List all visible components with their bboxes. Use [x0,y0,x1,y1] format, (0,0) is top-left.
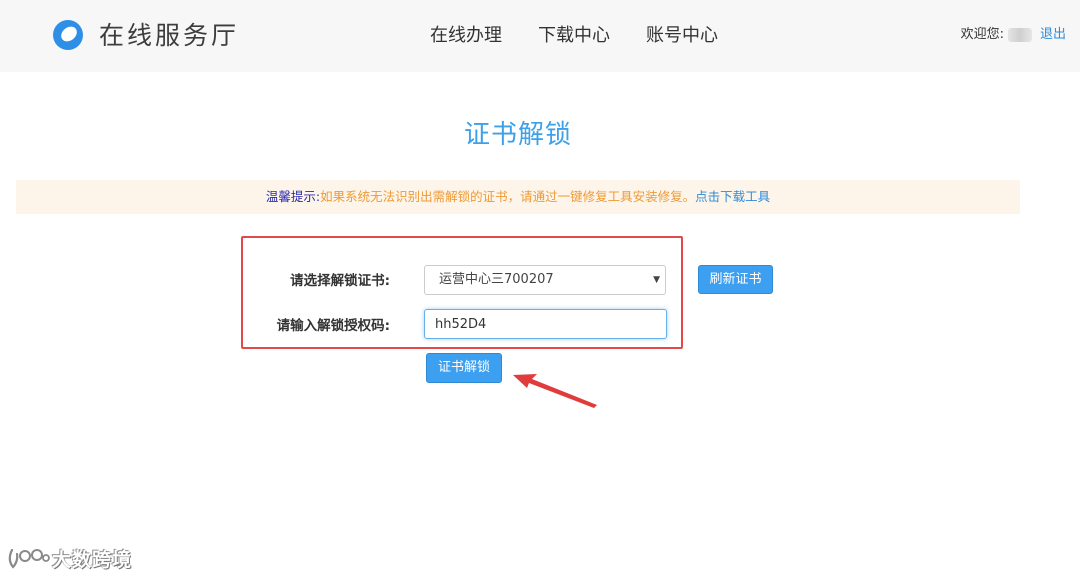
unlock-cert-button[interactable]: 证书解锁 [426,353,502,383]
notice-label: 温馨提示: [265,189,321,204]
notice-banner: 温馨提示:如果系统无法识别出需解锁的证书，请通过一键修复工具安装修复。点击下载工… [16,180,1020,214]
main-nav: 在线办理 下载中心 账号中心 [430,23,718,49]
caret-down-icon: ▼ [653,275,660,285]
refresh-cert-button[interactable]: 刷新证书 [698,265,773,294]
cert-select[interactable]: 运营中心三700207 ▼ [424,265,666,295]
notice-text: 如果系统无法识别出需解锁的证书，请通过一键修复工具安装修复。 [320,189,696,204]
red-arrow-icon [513,374,597,408]
watermark-text: 大数跨境 [52,548,133,571]
brand-title[interactable]: 在线服务厅 [99,20,239,52]
nav-item-online-handling[interactable]: 在线办理 [430,23,502,49]
username-redacted [1007,28,1032,42]
download-tool-link[interactable]: 点击下载工具 [695,189,770,204]
auth-code-input[interactable] [424,309,667,339]
top-header: 在线服务厅 在线办理 下载中心 账号中心 欢迎您: 退出 [0,0,1080,72]
brand-logo-icon[interactable] [52,19,84,51]
watermark: 大数跨境 [8,544,132,572]
auth-code-label: 请输入解锁授权码: [276,318,390,334]
cert-select-value: 运营中心三700207 [439,272,554,287]
nav-item-account-center[interactable]: 账号中心 [646,23,718,49]
user-area: 欢迎您: 退出 [961,26,1066,44]
watermark-logo-icon [8,548,50,569]
page-title: 证书解锁 [463,120,572,150]
welcome-text: 欢迎您: [960,27,1004,42]
logout-link[interactable]: 退出 [1040,26,1066,44]
nav-item-download-center[interactable]: 下载中心 [538,23,610,49]
cert-select-label: 请选择解锁证书: [290,273,390,289]
